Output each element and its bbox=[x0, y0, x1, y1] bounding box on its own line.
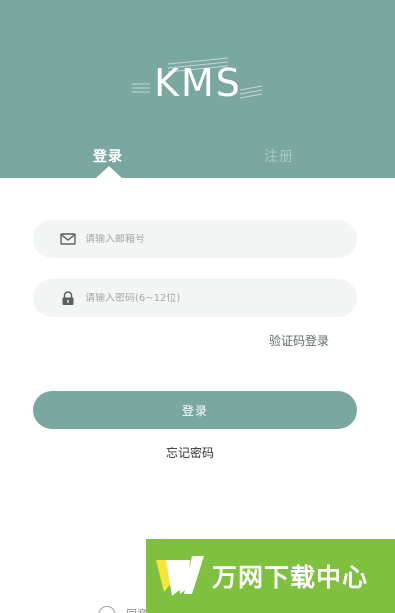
agree-checkbox[interactable] bbox=[98, 606, 116, 613]
login-button[interactable]: 登录 bbox=[33, 391, 357, 429]
watermark-logo-icon bbox=[156, 556, 204, 596]
lock-icon bbox=[59, 289, 77, 307]
mail-icon bbox=[59, 230, 77, 248]
forgot-password-link[interactable]: 忘记密码 bbox=[166, 444, 214, 461]
watermark-banner: 万网下载中心 bbox=[146, 539, 395, 613]
logo-text: KMS bbox=[154, 61, 242, 105]
kms-logo: KMS bbox=[132, 57, 263, 105]
password-input[interactable] bbox=[85, 292, 357, 304]
active-tab-indicator bbox=[95, 166, 123, 179]
header-banner: KMS 登录 注册 bbox=[0, 0, 395, 179]
watermark-text: 万网下载中心 bbox=[212, 563, 369, 592]
tab-login[interactable]: 登录 bbox=[93, 146, 123, 166]
password-field[interactable] bbox=[33, 279, 357, 317]
sms-code-login-link[interactable]: 验证码登录 bbox=[269, 332, 329, 349]
tab-register[interactable]: 注册 bbox=[264, 146, 294, 166]
email-field[interactable] bbox=[33, 220, 357, 258]
email-input[interactable] bbox=[85, 233, 357, 245]
agreement-text: 同意 bbox=[126, 606, 148, 613]
